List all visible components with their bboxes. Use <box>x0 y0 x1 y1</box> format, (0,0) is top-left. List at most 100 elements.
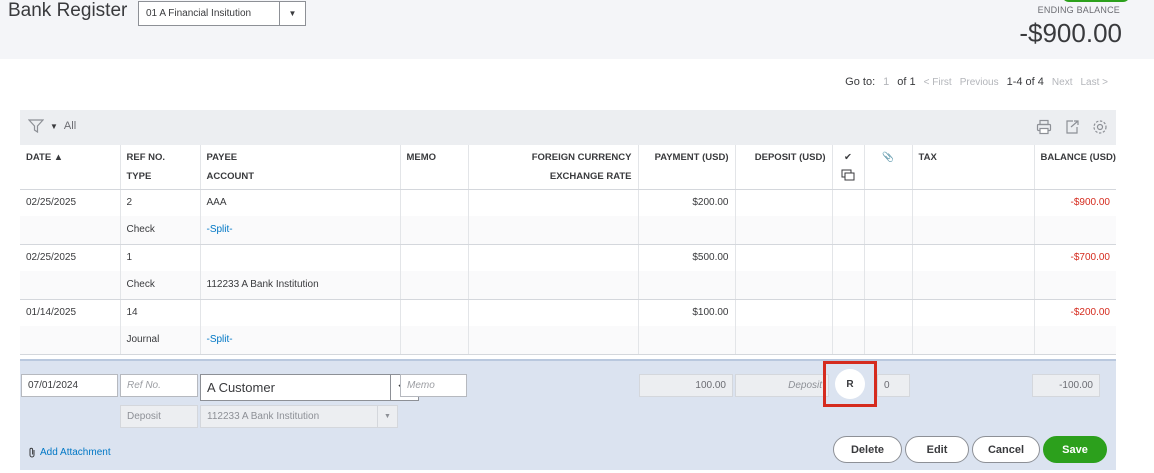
col-account[interactable]: ACCOUNT <box>199 165 400 190</box>
col-type[interactable]: TYPE <box>119 165 200 190</box>
add-attachment-link[interactable]: Add Attachment <box>28 447 111 458</box>
table-row-detail[interactable]: Journal -Split- <box>20 326 1116 355</box>
row-ref-no: 1 <box>119 244 200 271</box>
row-account-link[interactable]: -Split- <box>199 326 400 355</box>
row-date: 02/25/2025 <box>26 197 77 209</box>
row-memo <box>399 189 468 216</box>
filter-button[interactable]: ▼ All <box>28 119 76 133</box>
pagination: Go to: 1 of 1 < First Previous 1-4 of 4 … <box>845 76 1108 88</box>
row-payee <box>199 299 400 326</box>
row-account: 112233 A Bank Institution <box>199 271 400 300</box>
col-date[interactable]: DATE ▲ <box>20 145 120 165</box>
row-date: 01/14/2025 <box>26 307 77 319</box>
first-page-link[interactable]: < First <box>924 77 952 88</box>
register-table: DATE ▲ REF NO. PAYEE MEMO FOREIGN CURREN… <box>20 145 1116 355</box>
row-balance: -$900.00 <box>1033 189 1116 216</box>
page-header: Bank Register 01 A Financial Insitution … <box>0 0 1154 59</box>
next-page-link[interactable]: Next <box>1052 77 1073 88</box>
filter-label: All <box>63 120 77 132</box>
filter-icon <box>28 119 44 133</box>
col-deposit[interactable]: DEPOSIT (USD) <box>734 145 832 165</box>
payee-combobox[interactable]: A Customer <box>200 374 419 401</box>
row-payee: AAA <box>199 189 400 216</box>
print-icon[interactable] <box>1036 119 1052 135</box>
ref-no-input[interactable]: Ref No. <box>120 374 198 397</box>
col-balance[interactable]: BALANCE (USD) <box>1033 145 1116 165</box>
last-page-link[interactable]: Last > <box>1080 77 1108 88</box>
col-payment[interactable]: PAYMENT (USD) <box>637 145 735 165</box>
account-select-field[interactable]: 112233 A Bank Institution ▼ <box>200 405 398 428</box>
payee-value: A Customer <box>207 380 275 395</box>
paperclip-icon: 📎 <box>882 151 894 163</box>
header-row-2: TYPE ACCOUNT EXCHANGE RATE <box>20 165 1116 190</box>
col-memo[interactable]: MEMO <box>399 145 468 165</box>
reconcile-status-button[interactable]: R <box>835 369 865 399</box>
table-row[interactable]: 02/25/2025 1 $500.00 -$700.00 <box>20 244 1116 271</box>
row-type: Check <box>119 216 200 245</box>
ending-balance-label: ENDING BALANCE <box>1037 5 1120 15</box>
row-type: Check <box>119 271 200 300</box>
row-ref-no: 2 <box>119 189 200 216</box>
header-row: DATE ▲ REF NO. PAYEE MEMO FOREIGN CURREN… <box>20 145 1116 165</box>
row-deposit <box>734 299 832 326</box>
page-title: Bank Register <box>8 0 128 21</box>
type-field: Deposit <box>120 405 198 428</box>
col-ref-no[interactable]: REF NO. <box>119 145 200 165</box>
row-account-link[interactable]: -Split- <box>199 216 400 245</box>
table-row[interactable]: 01/14/2025 14 $100.00 -$200.00 <box>20 299 1116 326</box>
row-payment: $100.00 <box>637 299 735 326</box>
cancel-button[interactable]: Cancel <box>972 436 1040 463</box>
page-range: 1-4 of 4 <box>1006 76 1044 88</box>
row-memo <box>399 299 468 326</box>
row-payment: $200.00 <box>637 189 735 216</box>
row-date: 02/25/2025 <box>26 252 77 264</box>
row-ref-no: 14 <box>119 299 200 326</box>
memo-input[interactable]: Memo <box>400 374 467 397</box>
copy-icon[interactable] <box>841 169 855 181</box>
row-balance: -$200.00 <box>1033 299 1116 326</box>
paperclip-icon <box>29 447 35 458</box>
previous-page-link[interactable]: Previous <box>960 77 999 88</box>
register-toolbar: ▼ All <box>20 110 1116 145</box>
balance-field: -100.00 <box>1032 374 1100 397</box>
payment-input[interactable]: 100.00 <box>639 374 733 397</box>
col-foreign-currency[interactable]: FOREIGN CURRENCY <box>467 145 638 165</box>
row-payment: $500.00 <box>637 244 735 271</box>
ending-balance-value: -$900.00 <box>1019 18 1122 48</box>
col-attachment[interactable]: 📎 <box>863 145 912 165</box>
row-balance: -$700.00 <box>1033 244 1116 271</box>
green-action-button[interactable] <box>1062 0 1130 2</box>
row-type: Journal <box>119 326 200 355</box>
goto-label: Go to: <box>845 76 876 88</box>
caret-down-icon: ▼ <box>50 121 58 131</box>
delete-button[interactable]: Delete <box>833 436 902 463</box>
col-payee[interactable]: PAYEE <box>199 145 400 165</box>
row-deposit <box>734 244 832 271</box>
deposit-input[interactable]: Deposit <box>735 374 829 397</box>
add-attachment-label: Add Attachment <box>40 447 111 458</box>
edit-button[interactable]: Edit <box>905 436 969 463</box>
edit-transaction-row: 07/01/2024 Ref No. A Customer Memo 100.0… <box>20 359 1116 470</box>
chevron-down-icon[interactable]: ▼ <box>279 2 305 25</box>
save-button[interactable]: Save <box>1043 436 1107 463</box>
row-memo <box>399 244 468 271</box>
export-icon[interactable] <box>1064 119 1080 135</box>
page-input[interactable]: 1 <box>883 76 889 88</box>
account-field-value: 112233 A Bank Institution <box>207 411 320 422</box>
reconcile-highlight: R <box>823 361 877 407</box>
table-row[interactable]: 02/25/2025 2 AAA $200.00 -$900.00 <box>20 189 1116 216</box>
table-row-detail[interactable]: Check 112233 A Bank Institution <box>20 271 1116 300</box>
account-select[interactable]: 01 A Financial Insitution ▼ <box>138 1 306 26</box>
tax-input[interactable]: 0 <box>877 374 910 397</box>
col-reconcile[interactable]: ✔ <box>831 145 864 165</box>
page-of-label: of 1 <box>897 76 916 88</box>
account-select-value: 01 A Financial Insitution <box>146 8 252 19</box>
row-deposit <box>734 189 832 216</box>
row-payee <box>199 244 400 271</box>
chevron-down-icon[interactable]: ▼ <box>377 406 397 427</box>
gear-icon[interactable] <box>1092 119 1108 135</box>
col-exchange-rate[interactable]: EXCHANGE RATE <box>467 165 638 190</box>
col-tax[interactable]: TAX <box>911 145 1034 165</box>
table-row-detail[interactable]: Check -Split- <box>20 216 1116 245</box>
date-input[interactable]: 07/01/2024 <box>21 374 118 397</box>
